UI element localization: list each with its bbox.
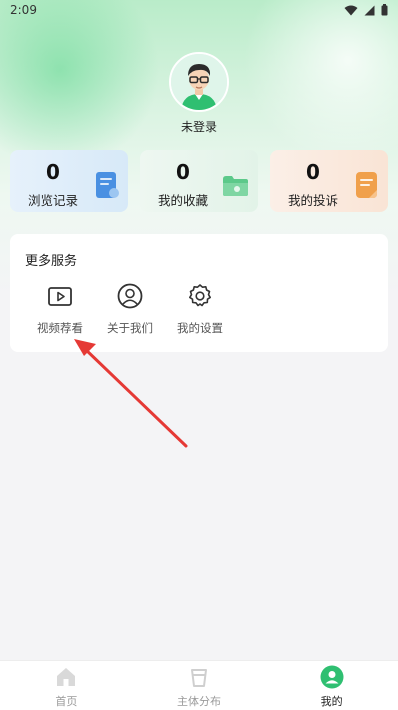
more-services-title: 更多服务 (25, 254, 78, 269)
service-video-label: 视频荐看 (37, 321, 83, 335)
complaint-note-icon (356, 172, 377, 198)
tab-home-label: 首页 (55, 695, 78, 708)
service-settings[interactable]: 我的设置 (168, 282, 232, 336)
tab-mine[interactable]: 我的 (282, 661, 382, 710)
battery-icon (381, 4, 388, 16)
stat-history-label: 浏览记录 (27, 193, 78, 208)
user-circle-icon (117, 283, 143, 309)
avatar[interactable] (169, 52, 229, 112)
status-icons (344, 4, 388, 16)
tab-mine-label: 我的 (320, 695, 343, 708)
document-icon (96, 172, 119, 198)
stat-favorites[interactable]: 0 我的收藏 (140, 150, 258, 212)
signal-icon (364, 5, 375, 15)
gear-icon (189, 284, 211, 307)
stat-history-count: 0 (46, 160, 60, 184)
video-icon (48, 287, 72, 306)
stat-complaints-count: 0 (306, 160, 320, 184)
tab-distribution[interactable]: 主体分布 (149, 661, 249, 710)
status-bar: 2:09 (0, 0, 398, 20)
service-video[interactable]: 视频荐看 (28, 282, 92, 336)
bottom-tab-bar: 首页 主体分布 我的 (0, 660, 398, 710)
folder-icon (223, 176, 248, 196)
more-services-card: 更多服务 视频荐看 关于我们 我的设置 (10, 234, 388, 352)
stat-history[interactable]: 0 浏览记录 (10, 150, 128, 212)
service-about-us-label: 关于我们 (107, 321, 153, 335)
stats-row: 0 浏览记录 0 我的收藏 0 我的投诉 (10, 150, 388, 212)
stat-complaints-label: 我的投诉 (287, 193, 338, 208)
stat-favorites-count: 0 (176, 160, 190, 184)
login-status-label[interactable]: 未登录 (0, 118, 398, 135)
stat-complaints[interactable]: 0 我的投诉 (270, 150, 388, 212)
cup-icon (190, 669, 207, 687)
tab-distribution-label: 主体分布 (176, 695, 221, 708)
service-settings-label: 我的设置 (177, 321, 223, 335)
home-icon (57, 668, 76, 686)
tab-home[interactable]: 首页 (16, 661, 116, 710)
user-avatar-icon (171, 54, 227, 110)
profile-icon (320, 665, 344, 689)
status-time: 2:09 (10, 3, 37, 17)
wifi-icon (344, 5, 358, 15)
service-about-us[interactable]: 关于我们 (98, 282, 162, 336)
stat-favorites-label: 我的收藏 (157, 193, 208, 208)
